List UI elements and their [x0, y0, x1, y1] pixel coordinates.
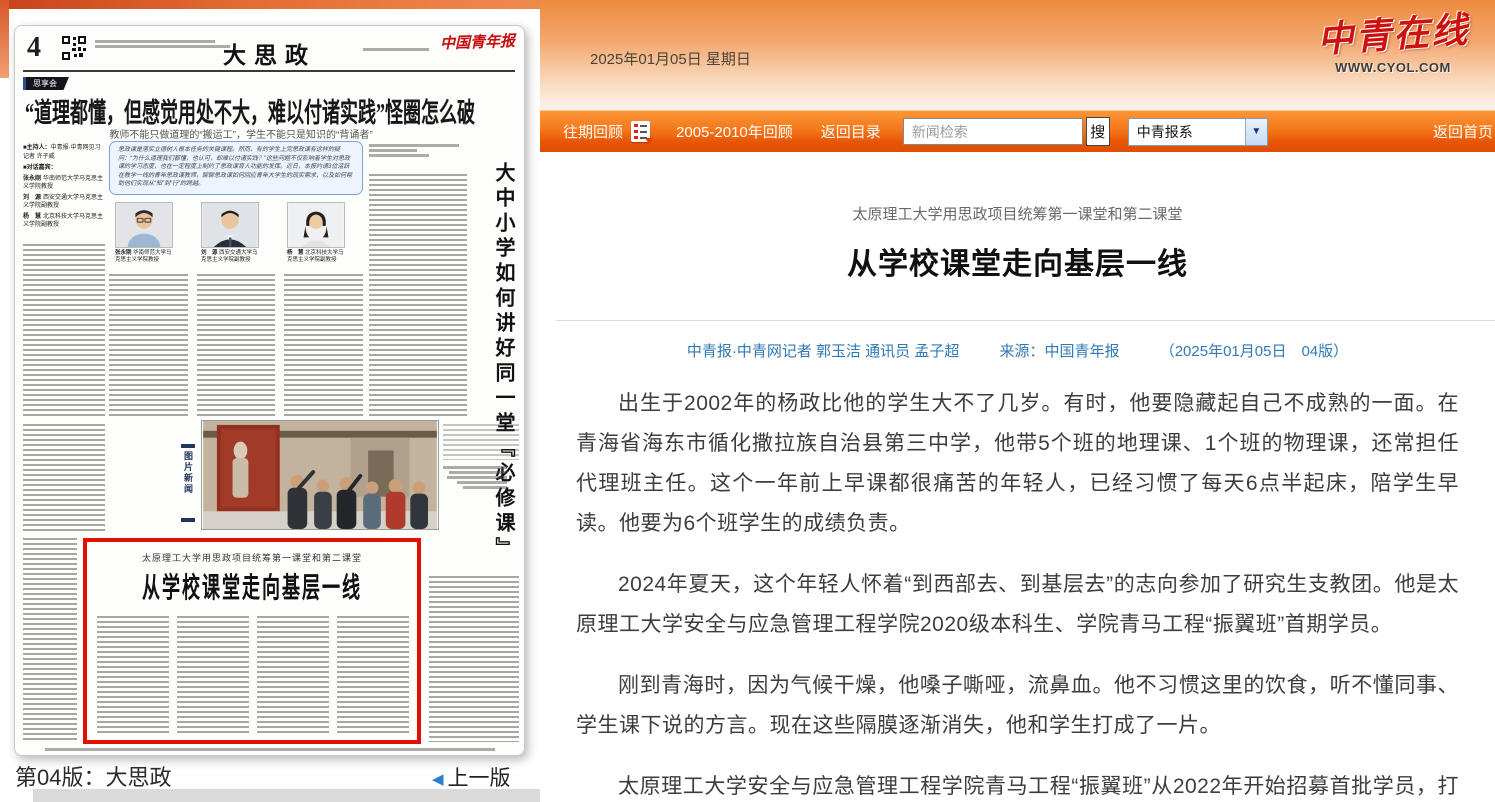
newsprint-text-simulation	[23, 244, 105, 418]
chevron-down-icon: ▼	[1245, 119, 1267, 145]
newsprint-text-simulation	[197, 274, 276, 418]
guests-label: ■对话嘉宾：	[23, 165, 57, 171]
intro-quote-box: 思政课是落实立德树人根本任务的关键课程。然而，有的学生上完思政课有这样的疑问：“…	[109, 141, 363, 195]
site-header: 2025年01月05日 星期日 中青在线 WWW.CYOL.COM	[540, 0, 1495, 110]
site-logo[interactable]: 中青在线 WWW.CYOL.COM	[1317, 6, 1469, 75]
photo-news-label: 图片新闻	[181, 444, 195, 522]
highlighted-article-link[interactable]: 太原理工大学用思政项目统筹第一课堂和第二课堂 从学校课堂走向基层一线	[83, 538, 421, 744]
newsprint-text-simulation	[177, 616, 249, 734]
back-issues-calendar-icon[interactable]	[631, 121, 650, 142]
newsprint-text-simulation	[109, 274, 188, 418]
photo-caption-micro	[443, 466, 507, 491]
divider	[556, 320, 1495, 321]
newsprint-text-simulation	[257, 616, 329, 734]
site-date: 2025年01月05日 星期日	[590, 48, 751, 69]
nav-back-home[interactable]: 返回首页	[1433, 121, 1495, 142]
host-label: ■主持人：	[23, 145, 51, 151]
byline-authors: 中青报·中青网记者 郭玉洁 通讯员 孟子超	[687, 343, 960, 360]
paper-series-value: 中青报系	[1129, 122, 1245, 142]
header-rule	[23, 70, 515, 72]
search-input[interactable]	[903, 118, 1083, 145]
boxed-article-headline: 从学校课堂走向基层一线	[87, 566, 417, 606]
bottom-edge-strip	[33, 789, 540, 802]
left-orange-strip	[0, 0, 9, 78]
guest-portrait: 杨 慧 北京科技大学马克思主义学院副教授	[287, 202, 345, 264]
newsprint-text-simulation	[369, 174, 467, 418]
prev-page-link[interactable]: ◀上一版	[432, 762, 511, 792]
article-byline: 中青报·中青网记者 郭玉洁 通讯员 孟子超 来源：中国青年报 （2025年01月…	[540, 340, 1495, 361]
cyol-logo-url: WWW.CYOL.COM	[1317, 60, 1469, 75]
newsprint-text-simulation	[23, 538, 77, 742]
guest-entry: 刘 源西安交通大学马克思主义学院副教授	[23, 194, 105, 211]
paper-masthead-logo: 中国青年报	[440, 30, 521, 54]
newspaper-panel: 4 大思政 中国青年报 思享会 “道理都懂，但感觉用处不大，难以付诸实践”怪圈怎…	[0, 0, 540, 802]
page-label: 第04版：大思政	[15, 760, 171, 792]
byline-issue: （2025年01月05日 04版）	[1160, 343, 1348, 360]
paper-sub-headline: 教师不能只做道理的“搬运工”，学生不能只是知识的“背诵者”	[31, 126, 451, 141]
reporter-credit-micro	[369, 144, 467, 159]
newsprint-text-simulation	[97, 616, 169, 734]
cyol-logo-text: 中青在线	[1315, 1, 1470, 63]
paper-footer-micro	[45, 748, 495, 753]
top-orange-strip	[0, 0, 540, 9]
portrait-photo-woman	[287, 202, 345, 248]
portrait-photo-man-suit	[201, 202, 259, 248]
newsprint-text-simulation	[337, 616, 409, 734]
newspaper-page-image[interactable]: 4 大思政 中国青年报 思享会 “道理都懂，但感觉用处不大，难以付诸实践”怪圈怎…	[14, 25, 525, 756]
vertical-headline: 大中小学如何讲好同一堂『必修课』	[476, 162, 518, 570]
moderator-guests-block: ■主持人：中青报·中青网见习记者 许子威 ■对话嘉宾： 张永刚华南师范大学马克思…	[23, 144, 105, 230]
prev-arrow-icon: ◀	[432, 771, 444, 788]
byline-source: 来源：中国青年报	[1000, 343, 1120, 360]
guest-entry: 张永刚华南师范大学马克思主义学院教授	[23, 175, 105, 192]
article-content: 太原理工大学用思政项目统筹第一课堂和第二课堂 从学校课堂走向基层一线 中青报·中…	[540, 155, 1495, 802]
column-tag: 思享会	[23, 77, 69, 90]
article-body: 出生于2002年的杨政比他的学生大不了几岁。有时，他要隐藏起自己不成熟的一面。在…	[576, 384, 1459, 802]
paper-series-select[interactable]: 中青报系 ▼	[1128, 118, 1268, 146]
article-paragraph: 刚到青海时，因为气候干燥，他嗓子嘶哑，流鼻血。他不习惯这里的饮食，听不懂同事、学…	[576, 666, 1459, 746]
search-button[interactable]: 搜	[1086, 117, 1110, 146]
newsprint-text-simulation	[429, 576, 519, 742]
guest-portrait: 刘 源 西安交通大学马克思主义学院副教授	[201, 202, 259, 264]
boxed-article-columns	[97, 616, 409, 734]
boxed-article-kicker: 太原理工大学用思政项目统筹第一课堂和第二课堂	[87, 551, 417, 564]
guest-entry: 杨 慧北京科技大学马克思主义学院副教授	[23, 213, 105, 230]
nav-back-contents[interactable]: 返回目录	[821, 121, 881, 142]
portrait-photo-man-glasses	[115, 202, 173, 248]
newsprint-text-simulation	[443, 424, 519, 460]
prev-page-label: 上一版	[448, 767, 511, 790]
guest-portrait: 张永刚 华南师范大学马克思主义学院教授	[115, 202, 173, 264]
article-paragraph: 太原理工大学安全与应急管理工程学院青马工程“振翼班”从2022年开始招募首批学员…	[576, 767, 1459, 802]
newsprint-text-simulation	[23, 424, 105, 532]
article-paragraph: 2024年夏天，这个年轻人怀着“到西部去、到基层去”的志向参加了研究生支教团。他…	[576, 565, 1459, 645]
article-kicker: 太原理工大学用思政项目统筹第一课堂和第二课堂	[540, 203, 1495, 224]
newsprint-columns	[109, 274, 363, 418]
navbar: 往期回顾 2005-2010年回顾 返回目录 搜 中青报系 ▼ 返回首页	[540, 110, 1495, 155]
article-paragraph: 出生于2002年的杨政比他的学生大不了几岁。有时，他要隐藏起自己不成熟的一面。在…	[576, 384, 1459, 544]
paper-edition-date-micro	[363, 48, 429, 53]
newsprint-text-simulation	[284, 274, 363, 418]
article-panel: 2025年01月05日 星期日 中青在线 WWW.CYOL.COM 往期回顾 2…	[540, 0, 1495, 802]
article-title: 从学校课堂走向基层一线	[540, 239, 1495, 283]
photo-news-image	[201, 420, 439, 530]
nav-archive-2005-2010[interactable]: 2005-2010年回顾	[676, 121, 793, 142]
nav-back-issues[interactable]: 往期回顾	[563, 121, 623, 142]
